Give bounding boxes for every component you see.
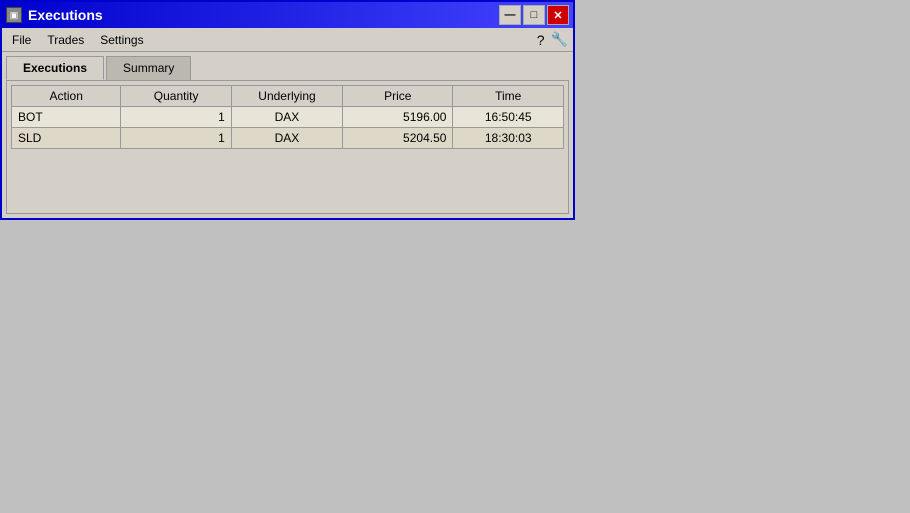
cell-time-0: 16:50:45 (453, 107, 564, 128)
title-bar: ▣ Executions — □ ✕ (2, 2, 573, 28)
window-icon: ▣ (6, 7, 22, 23)
cell-time-1: 18:30:03 (453, 128, 564, 149)
cell-underlying-1: DAX (231, 128, 342, 149)
menu-file[interactable]: File (6, 31, 37, 49)
cell-action-1: SLD (12, 128, 121, 149)
menu-trades[interactable]: Trades (41, 31, 90, 49)
table-row: BOT 1 DAX 5196.00 16:50:45 (12, 107, 564, 128)
tab-summary[interactable]: Summary (106, 56, 191, 80)
col-header-time: Time (453, 86, 564, 107)
minimize-button[interactable]: — (499, 5, 521, 25)
menu-icon-area: ? 🔧 (536, 30, 569, 49)
table-row: SLD 1 DAX 5204.50 18:30:03 (12, 128, 564, 149)
col-header-quantity: Quantity (121, 86, 231, 107)
tab-executions[interactable]: Executions (6, 56, 104, 80)
cell-price-0: 5196.00 (343, 107, 453, 128)
cell-underlying-0: DAX (231, 107, 342, 128)
maximize-button[interactable]: □ (523, 5, 545, 25)
col-header-price: Price (343, 86, 453, 107)
close-button[interactable]: ✕ (547, 5, 569, 25)
cell-quantity-1: 1 (121, 128, 231, 149)
menu-items: File Trades Settings (6, 31, 150, 49)
cell-quantity-0: 1 (121, 107, 231, 128)
title-buttons: — □ ✕ (499, 5, 569, 25)
window-title: Executions (28, 7, 103, 23)
cell-action-0: BOT (12, 107, 121, 128)
menu-settings[interactable]: Settings (94, 31, 149, 49)
tools-icon[interactable]: 🔧 (550, 30, 569, 49)
empty-area (11, 149, 564, 209)
help-icon[interactable]: ? (536, 31, 546, 49)
menu-bar: File Trades Settings ? 🔧 (2, 28, 573, 52)
col-header-underlying: Underlying (231, 86, 342, 107)
tabs-container: Executions Summary (2, 52, 573, 80)
executions-table: Action Quantity Underlying Price Time BO… (11, 85, 564, 149)
main-window: ▣ Executions — □ ✕ File Trades Settings … (0, 0, 575, 220)
cell-price-1: 5204.50 (343, 128, 453, 149)
title-bar-left: ▣ Executions (6, 7, 103, 23)
content-area: Action Quantity Underlying Price Time BO… (6, 80, 569, 214)
col-header-action: Action (12, 86, 121, 107)
